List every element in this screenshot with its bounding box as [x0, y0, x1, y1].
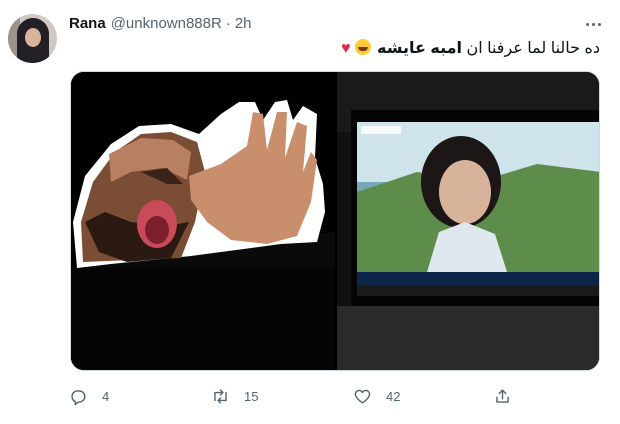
tv-screen-photo: [337, 72, 599, 370]
media-image-right[interactable]: [337, 72, 599, 370]
media-image-left[interactable]: [71, 72, 335, 370]
more-dot: [597, 22, 601, 26]
retweet-count: 15: [244, 388, 259, 404]
reply-button[interactable]: 4: [69, 382, 109, 410]
retweet-button[interactable]: 15: [211, 382, 258, 410]
retweet-icon: [214, 388, 227, 404]
author-handle[interactable]: @unknown888R: [111, 15, 222, 32]
more-options-icon[interactable]: [580, 14, 606, 34]
tweet-time[interactable]: 2h: [235, 15, 252, 32]
like-button[interactable]: 42: [353, 382, 400, 410]
reply-icon: [71, 389, 86, 405]
more-dot: [585, 22, 589, 26]
reply-count: 4: [102, 388, 110, 404]
more-dot: [591, 22, 595, 26]
separator-dot: ·: [225, 15, 231, 32]
face-with-tears-of-joy-icon: [354, 39, 371, 55]
share-icon: [496, 388, 509, 403]
tweet-text-plain: ده حالنا لما عرفنا ان: [462, 40, 600, 57]
tweet-header: Rana @unknown888R · 2h: [69, 15, 252, 35]
avatar-face: [25, 28, 41, 47]
tweet[interactable]: Rana @unknown888R · 2h ده حالنا لما عرفن…: [0, 0, 620, 424]
avatar[interactable]: [8, 14, 57, 63]
tweet-media: [70, 71, 600, 371]
tweet-text-bold: امبه عايشه: [377, 40, 462, 57]
red-heart-icon: ♥: [341, 40, 351, 57]
author-name[interactable]: Rana: [69, 15, 106, 32]
heart-icon: [354, 389, 371, 404]
share-button[interactable]: [493, 382, 512, 410]
tweet-actions: 4 15 42: [69, 382, 519, 410]
like-count: 42: [386, 388, 401, 404]
tweet-text: ده حالنا لما عرفنا ان امبه عايشه ♥: [80, 38, 600, 60]
man-sticker-illustration: [71, 72, 335, 370]
